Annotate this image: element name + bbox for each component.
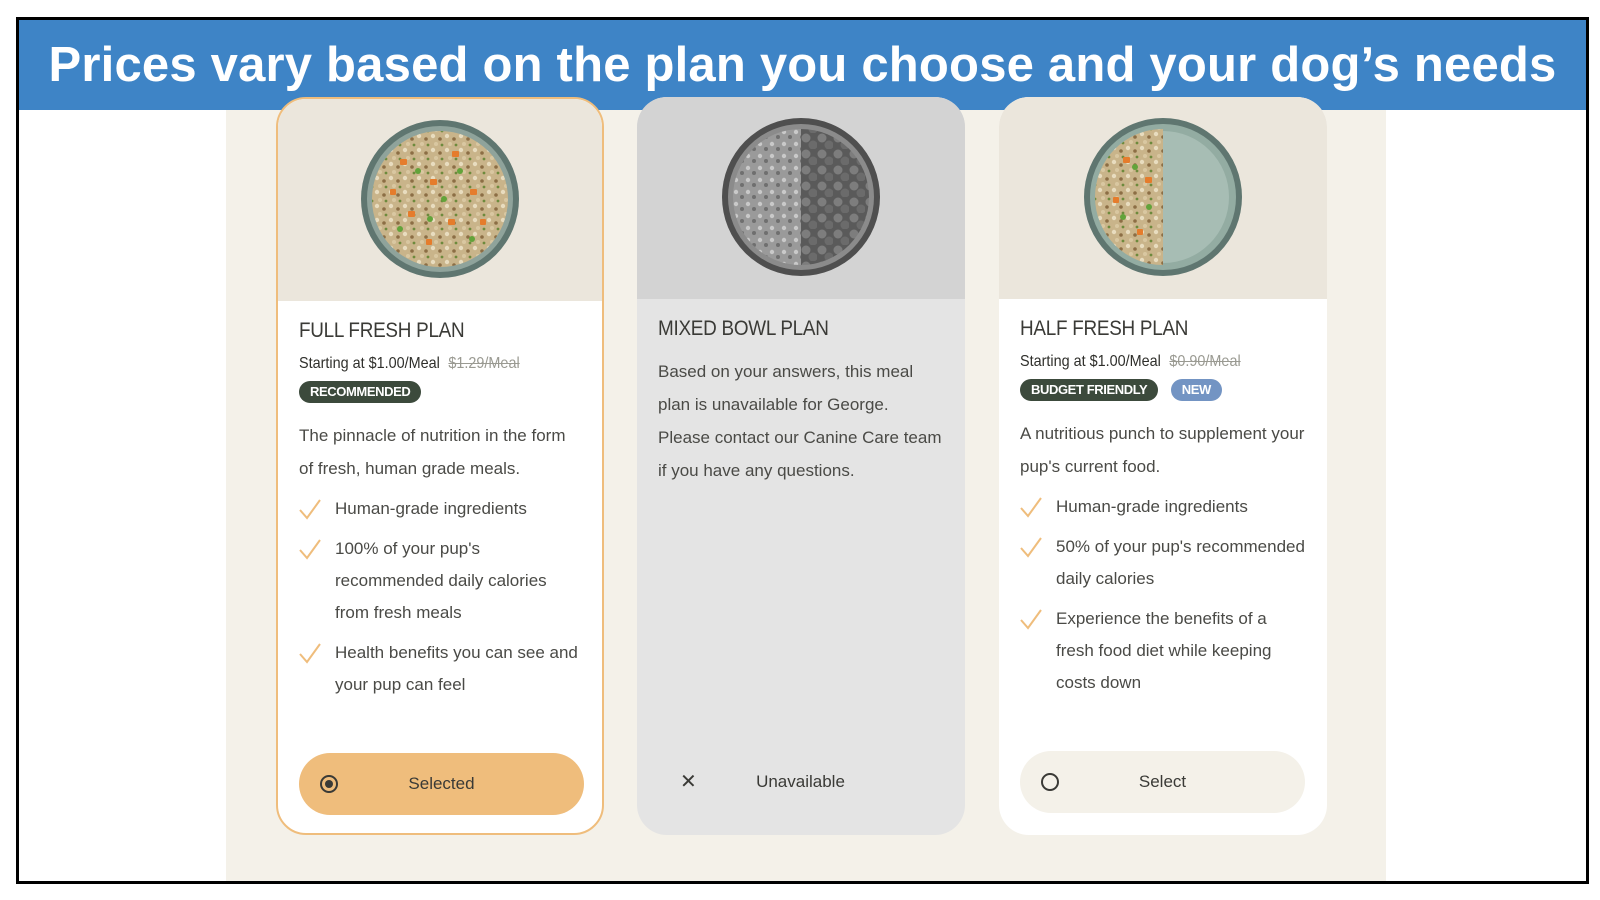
price-original: $0.90/Meal [1169,353,1241,370]
plan-title: HALF FRESH PLAN [1020,317,1189,340]
feature-text: 50% of your pup's recommended daily calo… [1056,537,1305,588]
plan-image-area [278,99,602,301]
button-label: Unavailable [756,772,845,791]
feature-item: 50% of your pup's recommended daily calo… [1020,531,1306,595]
button-label: Selected [408,774,475,793]
feature-text: Human-grade ingredients [1056,497,1248,516]
plan-card-body: FULL FRESH PLAN Starting at $1.00/Meal $… [299,319,581,701]
feature-item: Human-grade ingredients [1020,491,1306,523]
unavailable-button: ✕ Unavailable [658,751,943,813]
badge-row: BUDGET FRIENDLY NEW [1020,379,1306,403]
plan-image-area [637,97,965,299]
badge-row: RECOMMENDED [299,381,581,405]
checkmark-icon [1020,609,1042,630]
mixed-bowl-image [722,118,880,276]
selected-button[interactable]: Selected [299,753,584,815]
plan-card-body: HALF FRESH PLAN Starting at $1.00/Meal $… [1020,317,1306,699]
plan-card-full-fresh[interactable]: FULL FRESH PLAN Starting at $1.00/Meal $… [276,97,604,835]
half-fresh-bowl-image [1084,118,1242,276]
plan-card-mixed-bowl: MIXED BOWL PLAN Based on your answers, t… [637,97,965,835]
unavailable-message: Based on your answers, this meal plan is… [658,362,942,480]
price-current: Starting at $1.00/Meal [1020,353,1161,370]
plan-price: Starting at $1.00/Meal $0.90/Meal [1020,353,1277,371]
feature-item: 100% of your pup's recommended daily cal… [299,533,581,629]
checkmark-icon [299,539,321,560]
checkmark-icon [299,643,321,664]
feature-text: 100% of your pup's recommended daily cal… [335,539,547,622]
feature-text: Experience the benefits of a fresh food … [1056,609,1272,692]
feature-item: Experience the benefits of a fresh food … [1020,603,1306,699]
plan-title: FULL FRESH PLAN [299,319,465,342]
plan-card-half-fresh[interactable]: HALF FRESH PLAN Starting at $1.00/Meal $… [999,97,1327,835]
select-button[interactable]: Select [1020,751,1305,813]
plan-description: A nutritious punch to supplement your pu… [1020,424,1305,476]
budget-friendly-badge: BUDGET FRIENDLY [1020,379,1159,401]
checkmark-icon [1020,497,1042,518]
button-label: Select [1138,772,1187,791]
plan-image-area [999,97,1327,299]
plan-card-body: MIXED BOWL PLAN Based on your answers, t… [658,317,944,487]
recommended-badge: RECOMMENDED [299,381,422,403]
feature-item: Human-grade ingredients [299,493,581,525]
price-original: $1.29/Meal [448,355,520,372]
checkmark-icon [299,499,321,520]
feature-item: Health benefits you can see and your pup… [299,637,581,701]
full-fresh-bowl-image [361,120,519,278]
plan-description: The pinnacle of nutrition in the form of… [299,426,566,478]
new-badge: NEW [1170,379,1222,401]
feature-text: Human-grade ingredients [335,499,527,518]
feature-text: Health benefits you can see and your pup… [335,643,578,694]
checkmark-icon [1020,537,1042,558]
plan-price: Starting at $1.00/Meal $1.29/Meal [299,355,553,373]
plan-title: MIXED BOWL PLAN [658,317,829,340]
price-current: Starting at $1.00/Meal [299,355,440,372]
